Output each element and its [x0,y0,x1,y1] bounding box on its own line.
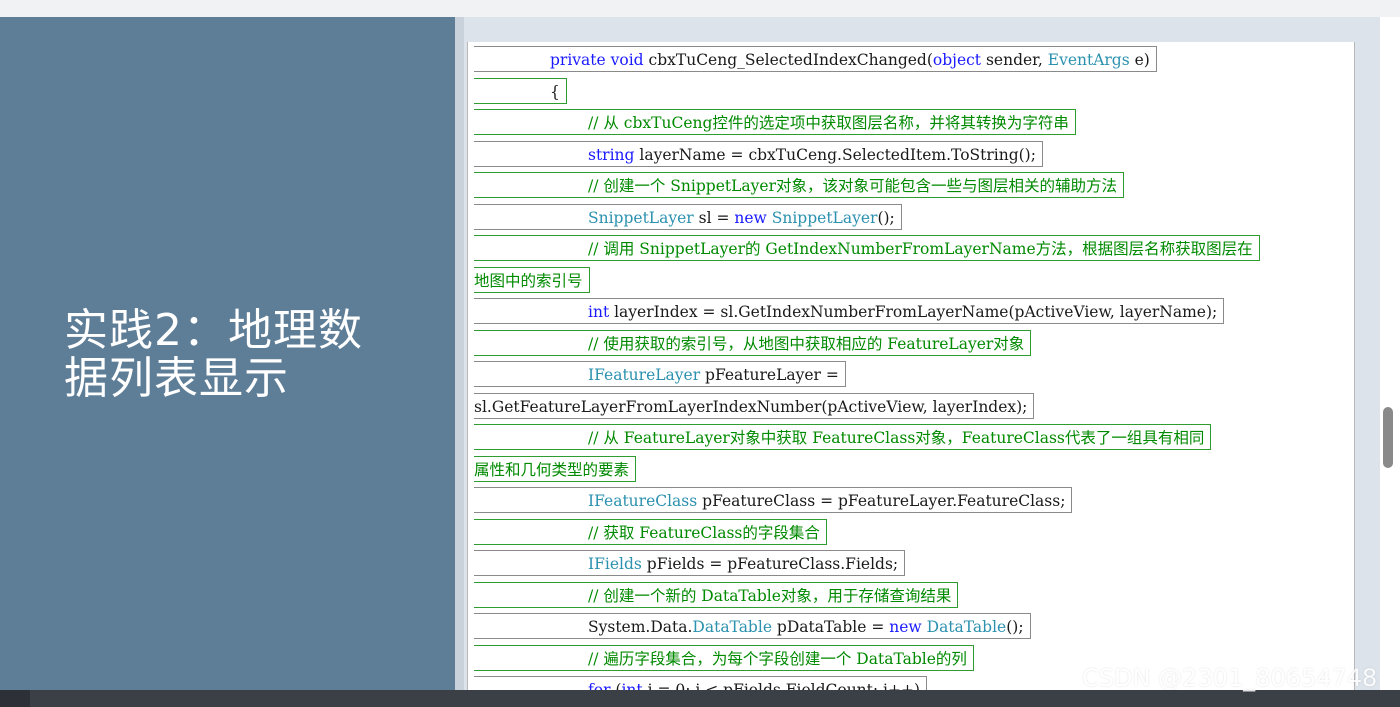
scrollbar-track[interactable] [1380,17,1400,690]
code-token: void [610,51,644,69]
code-token: pFeatureLayer = [700,366,839,384]
panel-divider [455,17,464,690]
bottom-bar [0,690,1400,707]
code-line: private void cbxTuCeng_SelectedIndexChan… [474,46,1157,72]
code-token: IFields [588,555,642,573]
code-token: pDataTable = [772,618,890,636]
slide-title-panel: 实践2：地理数 据列表显示 [0,17,455,690]
code-line: { [474,77,567,104]
code-line: // 调用 SnippetLayer的 GetIndexNumberFromLa… [474,235,1260,261]
slide-title-line-1: 实践2：地理数 [64,305,363,356]
code-line: // 创建一个新的 DataTable对象，用于存储查询结果 [474,581,959,608]
code-line: // 获取 FeatureClass的字段集合 [474,518,827,545]
code-token: // 使用获取的索引号，从地图中获取相应的 FeatureLayer对象 [588,334,1025,353]
scrollbar-thumb[interactable] [1383,407,1393,468]
code-line: int layerIndex = sl.GetIndexNumberFromLa… [474,298,1225,324]
code-token: string [588,145,635,164]
code-line: IFeatureClass pFeatureClass = pFeatureLa… [474,487,1073,513]
code-token: pFields = pFeatureClass.Fields; [641,555,899,573]
code-token: private [550,51,606,69]
code-token: new [889,618,922,636]
code-line: sl.GetFeatureLayerFromLayerIndexNumber(p… [474,392,1035,419]
code-line: SnippetLayer sl = new SnippetLayer(); [474,203,902,230]
code-token: // 调用 SnippetLayer的 GetIndexNumberFromLa… [588,240,1253,258]
code-token: sl = [693,208,735,227]
code-line: 属性和几何类型的要素 [474,455,637,482]
code-token: sl.GetFeatureLayerFromLayerIndexNumber(p… [474,397,1028,416]
code-token: ( [610,681,622,690]
code-line: 地图中的索引号 [474,266,590,293]
code-token: // 创建一个 SnippetLayer对象，该对象可能包含一些与图层相关的辅助… [588,177,1117,195]
code-line: // 遍历字段集合，为每个字段创建一个 DataTable的列 [474,644,974,671]
code-line: // 创建一个 SnippetLayer对象，该对象可能包含一些与图层相关的辅助… [474,172,1124,198]
code-token: SnippetLayer [588,208,694,227]
bottom-bar-edge [0,690,30,707]
code-token: EventArgs [1047,51,1130,69]
code-token: DataTable [692,618,772,636]
code-line: // 从 cbxTuCeng控件的选定项中获取图层名称，并将其转换为字符串 [474,109,1076,135]
code-token: i = 0; i < pFields.FieldCount; i++) [642,681,921,690]
code-token: sender, [981,51,1048,69]
code-line: // 使用获取的索引号，从地图中获取相应的 FeatureLayer对象 [474,329,1032,356]
code-token: e) [1129,51,1150,69]
code-token: // 从 FeatureLayer对象中获取 FeatureClass对象，Fe… [588,429,1205,447]
code-token: (); [877,208,895,227]
code-token: int [621,681,643,690]
code-token: { [550,82,560,101]
slide-title: 实践2：地理数 据列表显示 [64,307,424,403]
code-token: System.Data. [588,618,693,636]
code-token: cbxTuCeng_SelectedIndexChanged( [643,51,933,69]
top-bar [0,0,1400,17]
code-line: string layerName = cbxTuCeng.SelectedIte… [474,140,1043,167]
slide-title-line-2: 据列表显示 [64,353,289,404]
code-line: // 从 FeatureLayer对象中获取 FeatureClass对象，Fe… [474,424,1212,450]
code-token: // 从 cbxTuCeng控件的选定项中获取图层名称，并将其转换为字符串 [588,114,1069,132]
code-token: new [734,208,767,227]
code-token: int [588,303,610,321]
code-token: // 创建一个新的 DataTable对象，用于存储查询结果 [588,586,952,605]
code-token: // 获取 FeatureClass的字段集合 [588,523,820,542]
code-token: 属性和几何类型的要素 [474,460,630,479]
watermark: CSDN @2301_80654748 [1082,664,1378,692]
code-line: IFields pFields = pFeatureClass.Fields; [474,550,906,576]
code-token: SnippetLayer [771,208,878,227]
code-token: object [932,51,982,69]
code-line: IFeatureLayer pFeatureLayer = [474,361,846,387]
code-token: pFeatureClass = pFeatureLayer.FeatureCla… [697,492,1066,510]
code-line: for (int i = 0; i < pFields.FieldCount; … [474,676,928,690]
code-line: System.Data.DataTable pDataTable = new D… [474,613,1031,639]
code-token: 地图中的索引号 [474,271,583,290]
code-token: for [588,681,611,690]
code-token: IFeatureLayer [588,366,701,384]
code-document: private void cbxTuCeng_SelectedIndexChan… [467,42,1355,690]
code-token: IFeatureClass [588,492,698,510]
code-token: (); [1006,618,1024,636]
code-token: layerIndex = sl.GetIndexNumberFromLayerN… [609,303,1218,321]
code-token: DataTable [926,618,1007,636]
code-token: // 遍历字段集合，为每个字段创建一个 DataTable的列 [588,649,967,668]
code-token: layerName = cbxTuCeng.SelectedItem.ToStr… [634,145,1036,164]
